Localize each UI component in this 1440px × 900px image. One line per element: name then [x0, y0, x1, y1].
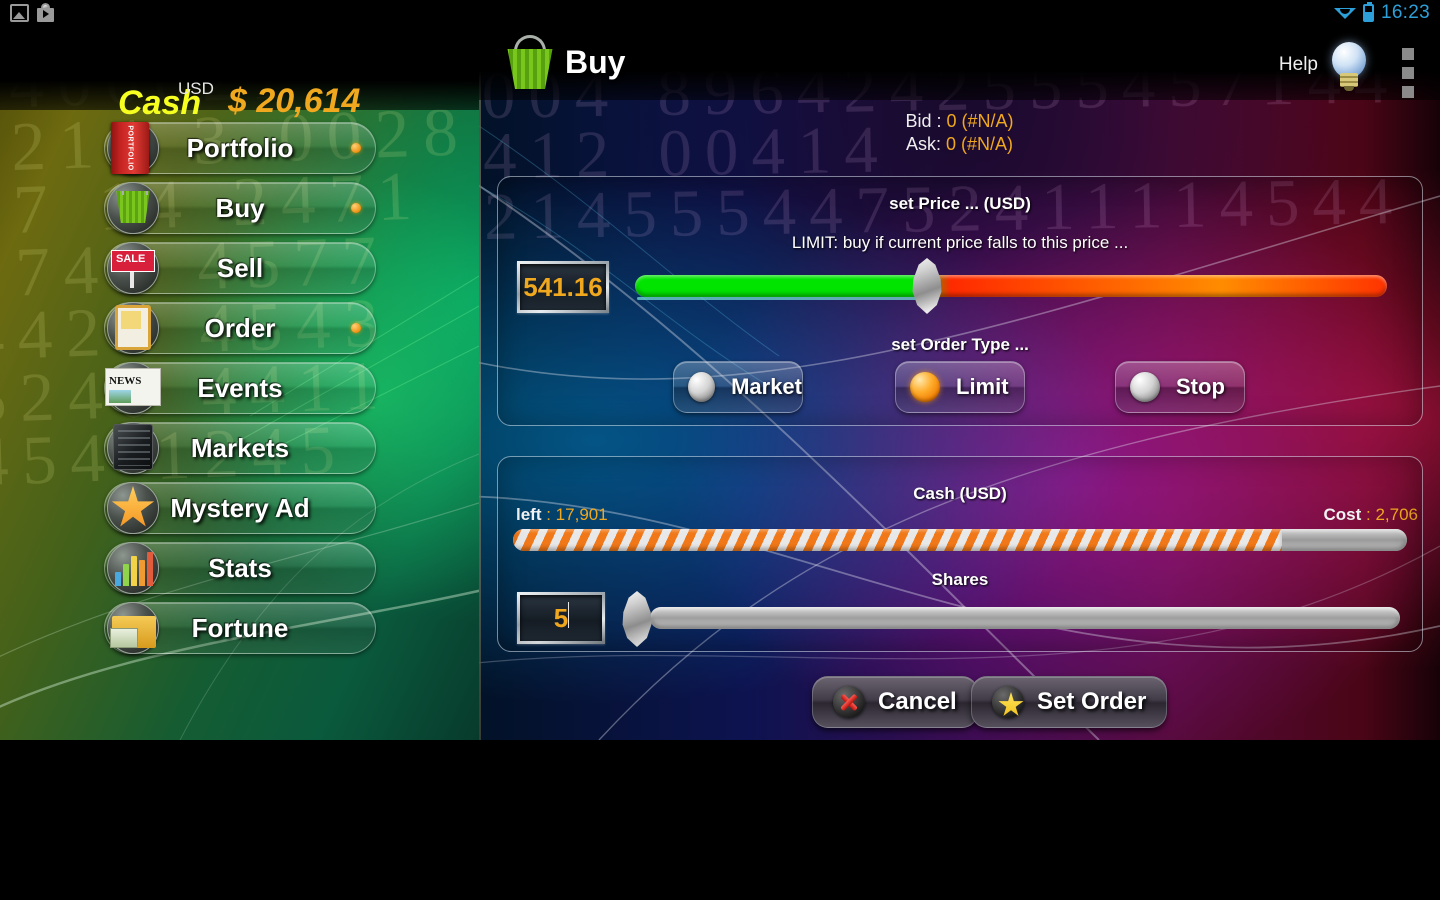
server-icon [103, 418, 163, 478]
notification-dot [351, 143, 361, 153]
sidebar-item-label: Order [204, 312, 276, 343]
sidebar-item-label: Events [197, 372, 283, 403]
bid-row: Bid : 0 (#N/A) [479, 110, 1440, 133]
page-header: Buy Help [479, 26, 1440, 100]
quote-block: Bid : 0 (#N/A) Ask: 0 (#N/A) [479, 110, 1440, 156]
bid-label: Bid : [905, 111, 942, 131]
bottom-filler [0, 740, 1440, 900]
cancel-button[interactable]: Cancel [812, 676, 978, 728]
lightbulb-icon[interactable] [1326, 42, 1372, 92]
sidebar-item-markets[interactable]: Markets [0, 418, 479, 477]
sidebar-item-label: Fortune [191, 612, 289, 643]
notification-dot [351, 203, 361, 213]
bid-value: 0 (#N/A) [946, 111, 1014, 131]
portfolio-icon [103, 118, 163, 178]
page-title: Buy [565, 44, 626, 80]
cancel-x-icon [833, 686, 865, 718]
star-icon [992, 686, 1024, 718]
set-order-button-label: Set Order [1037, 688, 1147, 715]
star-icon [103, 478, 163, 538]
money-icon [103, 598, 163, 658]
sidebar-item-label: Portfolio [186, 132, 294, 163]
app-root: 0321 4400021 1214 3 0028 27 14 2471 8745… [0, 0, 1440, 900]
status-bar-left-icons [10, 3, 54, 22]
basket-icon [501, 33, 559, 89]
sidebar-item-events[interactable]: Events [0, 358, 479, 417]
wifi-icon [1333, 7, 1356, 19]
notification-dot [351, 323, 361, 333]
sidebar-item-label: Sell [216, 252, 264, 283]
cash-currency-label: USD [178, 79, 214, 98]
sidebar-item-mystery-ad[interactable]: Mystery Ad [0, 478, 479, 537]
ask-row: Ask: 0 (#N/A) [479, 133, 1440, 156]
ask-value: 0 (#N/A) [946, 134, 1014, 154]
sidebar-item-label: Mystery Ad [170, 492, 310, 523]
sale-sign-icon [103, 238, 163, 298]
sidebar-menu: Portfolio Buy Sell Order Events Markets … [0, 118, 479, 658]
kebab-menu-icon[interactable] [1402, 48, 1414, 105]
sidebar-item-sell[interactable]: Sell [0, 238, 479, 297]
status-clock: 16:23 [1380, 2, 1430, 23]
image-icon [10, 3, 29, 22]
sidebar-item-label: Stats [208, 552, 272, 583]
sidebar-item-portfolio[interactable]: Portfolio [0, 118, 479, 177]
sidebar-item-buy[interactable]: Buy [0, 178, 479, 237]
battery-icon [1362, 2, 1374, 22]
basket-icon [103, 178, 163, 238]
ask-label: Ask: [905, 134, 941, 154]
cash-header: Cash USD $ 20,614 [0, 26, 479, 122]
set-price-panel [497, 176, 1423, 426]
sidebar-item-fortune[interactable]: Fortune [0, 598, 479, 657]
status-bar-right-icons: 16:23 [1333, 2, 1430, 24]
bar-chart-icon [103, 538, 163, 598]
newspaper-icon [103, 358, 163, 418]
set-order-button[interactable]: Set Order [971, 676, 1168, 728]
help-label[interactable]: Help [1279, 54, 1318, 76]
sidebar-item-stats[interactable]: Stats [0, 538, 479, 597]
play-store-icon [37, 3, 54, 22]
cancel-button-label: Cancel [878, 688, 957, 715]
status-bar: 16:23 [0, 0, 1440, 26]
cash-shares-panel [497, 456, 1423, 652]
clipboard-icon [103, 298, 163, 358]
sidebar-item-label: Markets [190, 432, 290, 463]
sidebar-item-label: Buy [215, 192, 265, 223]
cash-amount: $ 20,614 [228, 82, 361, 120]
sidebar-item-order[interactable]: Order [0, 298, 479, 357]
